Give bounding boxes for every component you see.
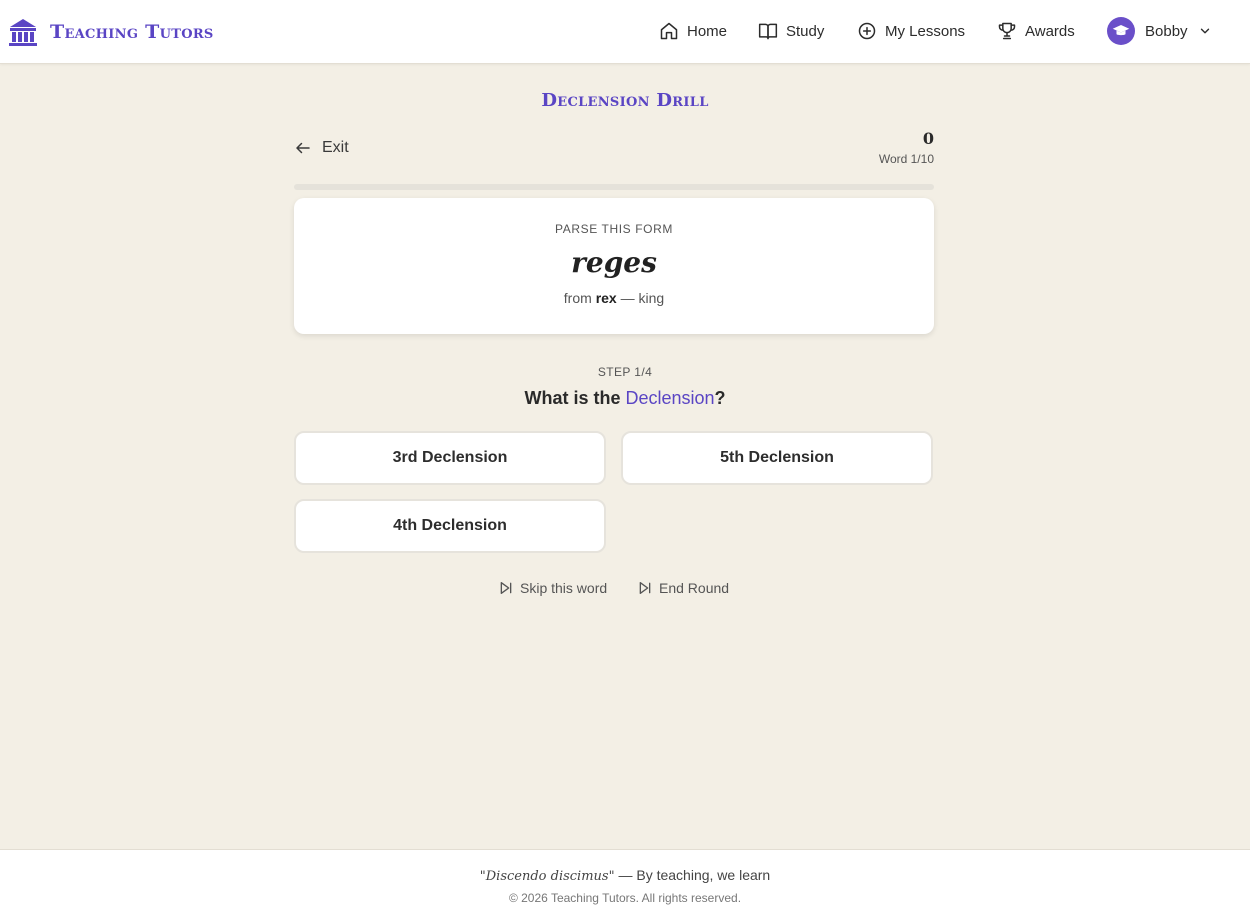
step-indicator: STEP 1/4	[597, 365, 653, 379]
nav-awards-label: Awards	[1025, 22, 1075, 40]
word-progress: Word 1/10	[878, 152, 934, 166]
exit-label: Exit	[322, 139, 349, 156]
score-value: 0	[922, 129, 934, 148]
word-source: from rex — king	[294, 290, 934, 306]
nav-study-label: Study	[786, 22, 825, 40]
copyright: © 2026 Teaching Tutors. All rights reser…	[508, 891, 742, 905]
lemma: rex	[595, 290, 617, 306]
home-icon	[660, 22, 678, 40]
nav-awards[interactable]: Awards	[997, 16, 1075, 46]
motto: "Discendo discimus" — By teaching, we le…	[0, 867, 1250, 884]
motto-translation: — By teaching, we learn	[618, 867, 771, 883]
footer: "Discendo discimus" — By teaching, we le…	[0, 849, 1250, 916]
from-prefix: from	[563, 290, 592, 306]
trophy-icon	[998, 22, 1016, 40]
avatar	[1107, 17, 1135, 45]
separator: —	[620, 290, 635, 306]
target-word: reges	[571, 246, 657, 279]
end-round-label: End Round	[659, 580, 730, 596]
skip-forward-icon	[639, 582, 651, 594]
top-navbar: Teaching Tutors Home Study My Lessons Aw…	[0, 0, 1250, 64]
nav-my-lessons[interactable]: My Lessons	[857, 16, 965, 46]
skip-forward-icon	[500, 582, 512, 594]
arrow-left-icon	[296, 142, 310, 154]
columns-building-icon	[8, 17, 38, 47]
option-button[interactable]: 4th Declension	[294, 499, 606, 553]
chevron-down-icon	[1200, 28, 1209, 34]
skip-word-button[interactable]: Skip this word	[498, 578, 607, 598]
brand[interactable]: Teaching Tutors	[8, 16, 214, 48]
user-menu[interactable]: Bobby	[1107, 16, 1212, 46]
graduation-cap-icon	[1112, 25, 1130, 36]
book-icon	[758, 23, 778, 40]
progress-bar	[294, 184, 934, 190]
user-name: Bobby	[1145, 22, 1188, 40]
score-panel: 0 Word 1/10	[879, 129, 934, 166]
question: What is the Declension?	[0, 388, 1250, 409]
nav-home-label: Home	[687, 22, 728, 40]
nav-study[interactable]: Study	[758, 16, 824, 46]
page-title: Declension Drill	[541, 90, 709, 111]
option-button[interactable]: 3rd Declension	[294, 431, 606, 485]
question-prefix: What is the	[524, 388, 621, 408]
plus-circle-icon	[858, 22, 876, 40]
motto-latin: "Discendo discimus"	[479, 869, 615, 884]
nav-my-lessons-label: My Lessons	[885, 22, 966, 40]
option-button[interactable]: 5th Declension	[621, 431, 933, 485]
brand-name: Teaching Tutors	[50, 21, 214, 43]
card-label: PARSE THIS FORM	[555, 222, 673, 236]
word-card: PARSE THIS FORM reges from rex — king	[294, 198, 934, 334]
nav-home[interactable]: Home	[659, 16, 727, 46]
question-highlight: Declension	[625, 388, 715, 408]
end-round-button[interactable]: End Round	[637, 578, 729, 598]
meaning: king	[638, 290, 665, 306]
question-suffix: ?	[714, 388, 726, 408]
exit-button[interactable]: Exit	[294, 136, 349, 160]
skip-word-label: Skip this word	[520, 580, 608, 596]
